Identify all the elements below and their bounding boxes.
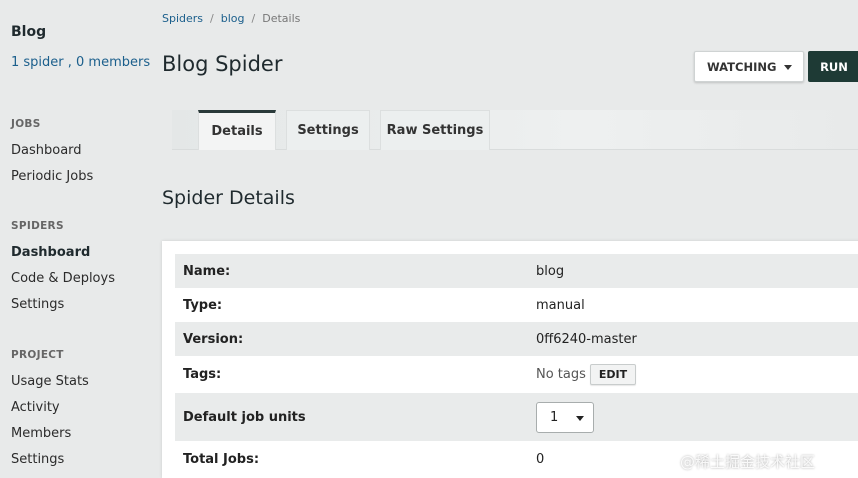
watching-dropdown-button[interactable]: WATCHING xyxy=(694,51,804,82)
detail-value: 0 xyxy=(536,451,545,467)
run-button[interactable]: RUN xyxy=(808,51,858,82)
tab-details[interactable]: Details xyxy=(198,110,276,150)
detail-row-job-units: Default job units 1 xyxy=(175,393,858,441)
breadcrumb-separator: / xyxy=(251,12,256,25)
detail-row-version: Version: 0ff6240-master xyxy=(175,322,858,356)
sidebar-item-spiders-dashboard[interactable]: Dashboard xyxy=(11,245,90,260)
breadcrumb-blog[interactable]: blog xyxy=(221,12,245,25)
detail-label: Type: xyxy=(183,297,223,313)
job-units-selected-value: 1 xyxy=(550,409,559,425)
tags-value: No tags xyxy=(536,367,586,382)
sidebar-item-activity[interactable]: Activity xyxy=(11,400,60,415)
detail-value: blog xyxy=(536,263,565,279)
detail-label: Default job units xyxy=(183,409,306,425)
detail-label: Version: xyxy=(183,331,244,347)
tab-raw-settings[interactable]: Raw Settings xyxy=(380,110,490,150)
detail-label: Tags: xyxy=(183,367,222,382)
chevron-down-icon xyxy=(576,415,584,421)
breadcrumb-current: Details xyxy=(262,12,301,25)
sidebar-item-jobs-dashboard[interactable]: Dashboard xyxy=(11,143,82,158)
detail-row-name: Name: blog xyxy=(175,254,858,288)
sidebar-item-spiders-settings[interactable]: Settings xyxy=(11,297,64,312)
detail-value: 0ff6240-master xyxy=(536,331,637,347)
edit-tags-button[interactable]: EDIT xyxy=(589,364,637,385)
sidebar-heading-spiders: SPIDERS xyxy=(11,220,64,232)
detail-value: manual xyxy=(536,297,585,313)
detail-label: Total Jobs: xyxy=(183,451,260,467)
sidebar-item-usage-stats[interactable]: Usage Stats xyxy=(11,374,89,389)
project-title[interactable]: Blog xyxy=(11,24,46,40)
sidebar-item-code-deploys[interactable]: Code & Deploys xyxy=(11,271,115,286)
detail-row-type: Type: manual xyxy=(175,288,858,322)
breadcrumb-spiders[interactable]: Spiders xyxy=(162,12,203,25)
sidebar-item-project-settings[interactable]: Settings xyxy=(11,452,64,467)
sidebar-item-periodic-jobs[interactable]: Periodic Jobs xyxy=(11,169,93,184)
detail-row-tags: Tags: No tags EDIT xyxy=(175,356,858,393)
detail-value: 1 xyxy=(536,401,594,433)
section-title: Spider Details xyxy=(162,187,295,209)
page-title: Blog Spider xyxy=(162,52,283,76)
sidebar: Blog 1 spider , 0 members JOBS Dashboard… xyxy=(0,0,160,478)
sidebar-heading-jobs: JOBS xyxy=(11,118,41,130)
watermark: @稀土掘金技术社区 xyxy=(680,453,816,471)
job-units-select[interactable]: 1 xyxy=(536,401,594,433)
breadcrumb: Spiders / blog / Details xyxy=(162,12,300,25)
project-meta-link[interactable]: 1 spider , 0 members xyxy=(11,55,150,70)
breadcrumb-separator: / xyxy=(210,12,214,25)
detail-label: Name: xyxy=(183,263,231,279)
chevron-down-icon xyxy=(784,65,792,70)
sidebar-heading-project: PROJECT xyxy=(11,349,64,361)
watching-label: WATCHING xyxy=(707,59,777,74)
sidebar-item-members[interactable]: Members xyxy=(11,426,71,441)
detail-value: No tags EDIT xyxy=(536,364,637,385)
tab-settings[interactable]: Settings xyxy=(286,110,370,150)
